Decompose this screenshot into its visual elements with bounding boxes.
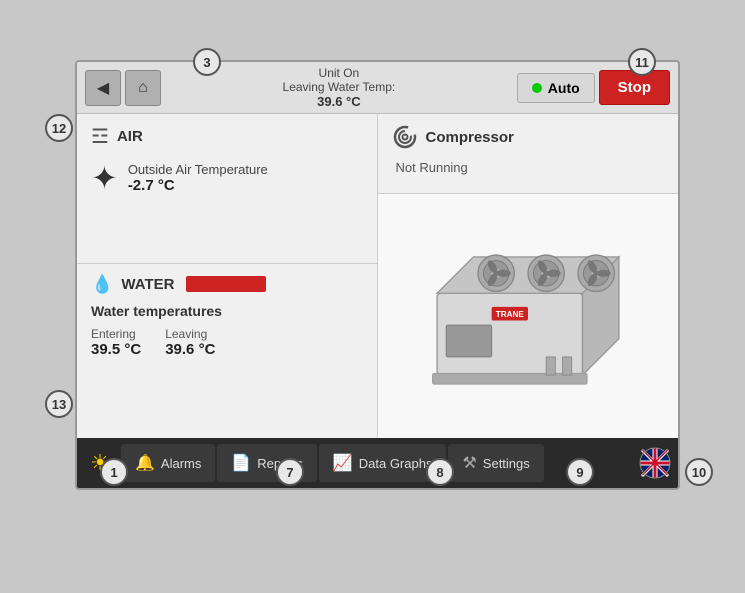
entering-temp-item: Entering 39.5 °C [91,327,141,359]
water-temps-row: Entering 39.5 °C Leaving 39.6 °C [91,327,363,359]
entering-value: 39.5 °C [91,341,141,358]
label-12: 12 [45,114,73,142]
left-column: ☲ AIR ✦ Outside Air Temperature -2.7 °C … [77,114,378,438]
unit-status: Unit On [319,66,360,80]
air-content: ✦ Outside Air Temperature -2.7 °C [91,159,363,197]
label-13: 13 [45,390,73,418]
main-panel: ◀ ⌂ Unit On Leaving Water Temp: 39.6 °C … [75,60,680,490]
header-status: Unit On Leaving Water Temp: 39.6 °C [165,66,513,109]
back-button[interactable]: ◀ [85,70,121,106]
leaving-temp-value: 39.6 °C [317,94,361,109]
entering-label: Entering [91,327,141,341]
settings-nav-item[interactable]: ⚒ Settings [448,444,543,482]
settings-label: Settings [483,456,530,471]
water-temps-title: Water temperatures [91,303,363,319]
leaving-temp-label: Leaving Water Temp: [283,80,396,94]
compressor-title: Compressor [392,124,665,150]
water-drop-icon: 💧 [91,274,113,295]
air-temp-value: -2.7 °C [128,177,268,194]
air-temp-block: Outside Air Temperature -2.7 °C [128,162,268,194]
svg-text:TRANE: TRANE [495,310,524,319]
compressor-panel: Compressor Not Running [378,114,679,194]
alarms-label: Alarms [161,456,201,471]
label-1: 1 [100,458,128,486]
report-icon: 📄 [231,453,251,473]
language-flag-button[interactable] [636,444,674,482]
water-bar [186,276,266,292]
header-bar: ◀ ⌂ Unit On Leaving Water Temp: 39.6 °C … [77,62,678,114]
air-title-text: AIR [117,128,143,145]
label-9: 9 [566,458,594,486]
label-8: 8 [426,458,454,486]
stop-button[interactable]: Stop [599,70,670,105]
uk-flag-icon [639,447,671,479]
label-11: 11 [628,48,656,76]
chart-icon: 📈 [333,453,353,473]
settings-icon: ⚒ [462,453,476,473]
right-column: Compressor Not Running [378,114,679,438]
home-button[interactable]: ⌂ [125,70,161,106]
bell-icon: 🔔 [135,453,155,473]
alarms-nav-item[interactable]: 🔔 Alarms [121,444,215,482]
water-title-text: WATER [121,276,174,293]
leaving-water-value: 39.6 °C [165,341,215,358]
compressor-title-text: Compressor [426,129,514,146]
unit-image-area: TRANE [378,194,679,438]
air-panel-title: ☲ AIR [91,124,363,149]
label-10: 10 [685,458,713,486]
compressor-icon [392,124,418,150]
label-7: 7 [276,458,304,486]
leaving-temp-item: Leaving 39.6 °C [165,327,215,359]
chiller-image: TRANE [428,236,628,396]
compressor-status: Not Running [396,160,665,175]
auto-button[interactable]: Auto [517,73,595,103]
air-temp-label: Outside Air Temperature [128,162,268,177]
auto-label: Auto [548,80,580,96]
content-area: ☲ AIR ✦ Outside Air Temperature -2.7 °C … [77,114,678,438]
heat-icon: ☲ [91,124,109,149]
fan-icon: ✦ [91,159,118,197]
leaving-water-label: Leaving [165,327,215,341]
label-3: 3 [193,48,221,76]
data-graphs-label: Data Graphs [359,456,433,471]
water-header: 💧 WATER [91,274,363,295]
auto-status-dot [532,83,542,93]
air-panel: ☲ AIR ✦ Outside Air Temperature -2.7 °C [77,114,377,264]
water-panel: 💧 WATER Water temperatures Entering 39.5… [77,264,377,438]
